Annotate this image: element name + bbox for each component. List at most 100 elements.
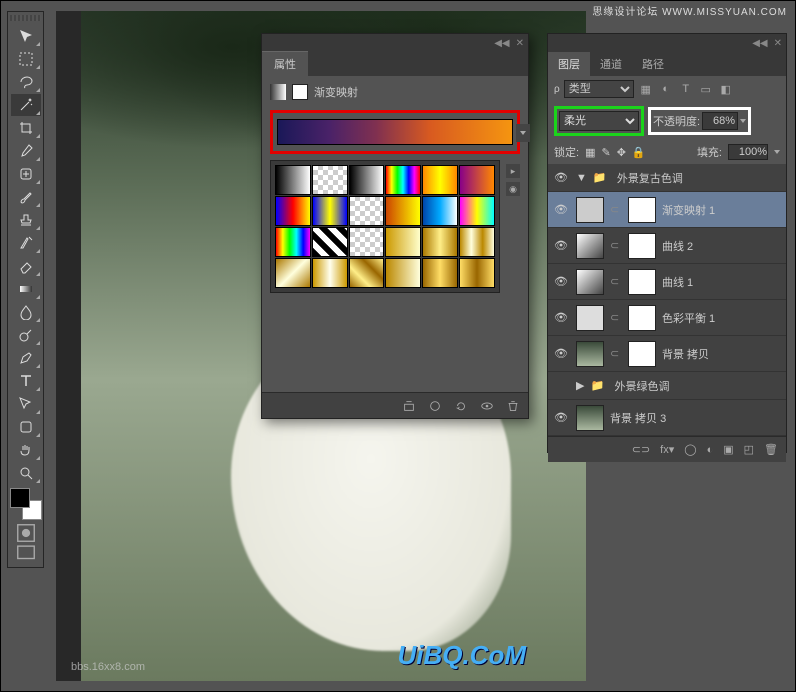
filter-type-icon[interactable]: T bbox=[678, 81, 694, 97]
gradient-preset-23[interactable] bbox=[459, 258, 495, 288]
layer-name[interactable]: 背景 拷贝 bbox=[662, 346, 782, 362]
visibility-toggle[interactable]: 👁 bbox=[552, 239, 570, 252]
panel-grip[interactable] bbox=[10, 15, 41, 21]
layer-name[interactable]: 色彩平衡 1 bbox=[662, 310, 782, 326]
link-layers-icon[interactable]: ⊂⊃ bbox=[632, 443, 650, 456]
gradient-preset-22[interactable] bbox=[422, 258, 458, 288]
filter-smart-icon[interactable]: ◧ bbox=[718, 81, 734, 97]
close-icon[interactable]: ✕ bbox=[516, 38, 524, 49]
tab-paths[interactable]: 路径 bbox=[632, 52, 674, 76]
kind-select[interactable]: 类型 bbox=[564, 80, 634, 98]
screenmode-toggle[interactable] bbox=[15, 544, 37, 562]
gradient-preset-10[interactable] bbox=[422, 196, 458, 226]
brush-tool[interactable] bbox=[11, 186, 41, 208]
shape-tool[interactable] bbox=[11, 416, 41, 438]
eraser-tool[interactable] bbox=[11, 255, 41, 277]
gradient-dropdown[interactable] bbox=[516, 124, 530, 142]
collapse-icon[interactable]: ◀◀ bbox=[752, 38, 767, 49]
clip-icon[interactable] bbox=[402, 399, 416, 413]
opacity-dropdown[interactable] bbox=[740, 119, 746, 123]
layer-row[interactable]: 👁⊂渐变映射 1 bbox=[548, 192, 786, 228]
layer-name[interactable]: 外景绿色调 bbox=[614, 378, 782, 394]
layer-row[interactable]: 👁⊂背景 拷贝 bbox=[548, 336, 786, 372]
gradient-preset-20[interactable] bbox=[349, 258, 385, 288]
color-swatches[interactable] bbox=[10, 488, 42, 520]
lock-all-icon[interactable]: 🔒 bbox=[632, 146, 646, 159]
hand-tool[interactable] bbox=[11, 439, 41, 461]
heal-tool[interactable] bbox=[11, 163, 41, 185]
layer-row[interactable]: 👁 背景 拷贝 3 bbox=[548, 400, 786, 436]
tab-layers[interactable]: 图层 bbox=[548, 52, 590, 76]
gradient-preset-15[interactable] bbox=[385, 227, 421, 257]
dodge-tool[interactable] bbox=[11, 324, 41, 346]
gradient-preset-5[interactable] bbox=[459, 165, 495, 195]
type-tool[interactable] bbox=[11, 370, 41, 392]
history-tool[interactable] bbox=[11, 232, 41, 254]
gradient-preset-8[interactable] bbox=[349, 196, 385, 226]
gradient-preset-19[interactable] bbox=[312, 258, 348, 288]
lock-paint-icon[interactable]: ✎ bbox=[601, 146, 610, 159]
fx-icon[interactable]: fx▾ bbox=[660, 443, 674, 456]
fill-input[interactable] bbox=[728, 144, 768, 160]
tab-channels[interactable]: 通道 bbox=[590, 52, 632, 76]
visibility-toggle[interactable]: 👁 bbox=[552, 311, 570, 324]
gradient-preset-13[interactable] bbox=[312, 227, 348, 257]
gradient-preset-2[interactable] bbox=[349, 165, 385, 195]
lock-pos-icon[interactable]: ✥ bbox=[617, 146, 626, 159]
layer-row[interactable]: 👁▼📁外景复古色调 bbox=[548, 164, 786, 192]
gradient-preset-18[interactable] bbox=[275, 258, 311, 288]
filter-shape-icon[interactable]: ▭ bbox=[698, 81, 714, 97]
layer-name[interactable]: 外景复古色调 bbox=[617, 170, 782, 186]
quickmask-toggle[interactable] bbox=[15, 524, 37, 542]
add-mask-icon[interactable]: ◯ bbox=[684, 443, 696, 456]
gradient-preset-6[interactable] bbox=[275, 196, 311, 226]
layer-row[interactable]: 👁⊂色彩平衡 1 bbox=[548, 300, 786, 336]
gradient-preset-0[interactable] bbox=[275, 165, 311, 195]
gradient-preview[interactable] bbox=[277, 119, 513, 145]
link-icon[interactable] bbox=[428, 399, 442, 413]
trash-icon[interactable]: 🗑 bbox=[764, 443, 778, 456]
gradient-preset-16[interactable] bbox=[422, 227, 458, 257]
layer-name[interactable]: 背景 拷贝 3 bbox=[610, 410, 782, 426]
trash-icon[interactable] bbox=[506, 399, 520, 413]
marquee-tool[interactable] bbox=[11, 48, 41, 70]
gradient-preset-12[interactable] bbox=[275, 227, 311, 257]
wand-tool[interactable] bbox=[11, 94, 41, 116]
disclosure-icon[interactable]: ▼ bbox=[576, 172, 587, 184]
move-tool[interactable] bbox=[11, 25, 41, 47]
fill-dropdown[interactable] bbox=[774, 150, 780, 154]
gradient-preset-14[interactable] bbox=[349, 227, 385, 257]
visibility-toggle[interactable]: 👁 bbox=[552, 171, 570, 184]
gradient-preset-4[interactable] bbox=[422, 165, 458, 195]
zoom-tool[interactable] bbox=[11, 462, 41, 484]
gradient-preset-21[interactable] bbox=[385, 258, 421, 288]
gradient-preset-7[interactable] bbox=[312, 196, 348, 226]
visibility-toggle[interactable]: 👁 bbox=[552, 347, 570, 360]
gradient-preset-17[interactable] bbox=[459, 227, 495, 257]
preset-menu-icon[interactable]: ▸ bbox=[506, 164, 520, 178]
foreground-color[interactable] bbox=[10, 488, 30, 508]
eyedrop-tool[interactable] bbox=[11, 140, 41, 162]
layer-row[interactable]: 👁⊂曲线 2 bbox=[548, 228, 786, 264]
opacity-input[interactable] bbox=[702, 112, 738, 130]
close-icon[interactable]: ✕ bbox=[774, 38, 782, 49]
gradient-preset-3[interactable] bbox=[385, 165, 421, 195]
filter-adj-icon[interactable]: ◐ bbox=[658, 81, 674, 97]
stamp-tool[interactable] bbox=[11, 209, 41, 231]
visibility-toggle[interactable]: 👁 bbox=[552, 411, 570, 424]
layer-name[interactable]: 渐变映射 1 bbox=[662, 202, 782, 218]
layer-name[interactable]: 曲线 2 bbox=[662, 238, 782, 254]
filter-pixel-icon[interactable]: ▦ bbox=[638, 81, 654, 97]
collapse-icon[interactable]: ◀◀ bbox=[494, 38, 509, 49]
path-tool[interactable] bbox=[11, 393, 41, 415]
blend-mode-select[interactable]: 柔光 bbox=[559, 111, 639, 131]
crop-tool[interactable] bbox=[11, 117, 41, 139]
layer-row[interactable]: ▶📁外景绿色调 bbox=[548, 372, 786, 400]
gradient-preset-1[interactable] bbox=[312, 165, 348, 195]
new-group-icon[interactable]: ▣ bbox=[723, 443, 733, 456]
blur-tool[interactable] bbox=[11, 301, 41, 323]
lasso-tool[interactable] bbox=[11, 71, 41, 93]
new-layer-icon[interactable]: ◰ bbox=[744, 443, 754, 456]
lock-trans-icon[interactable]: ▦ bbox=[585, 146, 595, 159]
gradient-tool[interactable] bbox=[11, 278, 41, 300]
